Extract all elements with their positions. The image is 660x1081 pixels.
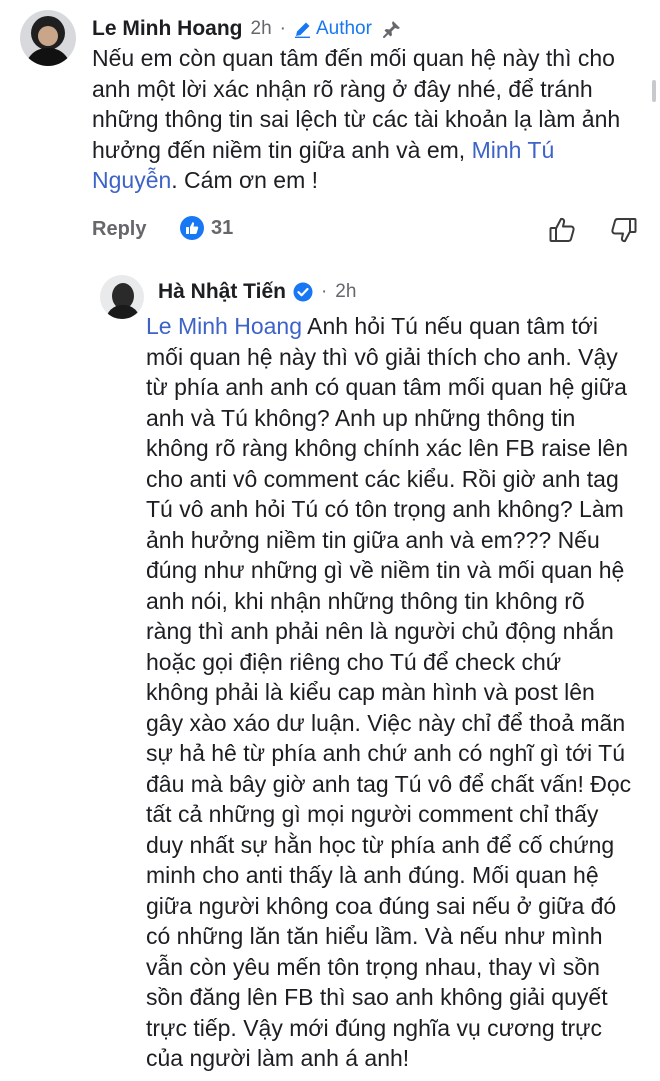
reply-time[interactable]: 2h bbox=[335, 281, 356, 303]
reply-line: mối quan hệ này thì vô giải thích cho an… bbox=[146, 343, 618, 370]
like-count: 31 bbox=[211, 216, 234, 239]
reply-line: đâu mà bây giờ anh tag Tú vô để chất vấn… bbox=[146, 770, 632, 797]
mention-link[interactable]: Minh Tú bbox=[472, 137, 555, 163]
comment-body: Nếu em còn quan tâm đến mối quan hệ này … bbox=[92, 43, 647, 196]
comment-line: Nguyễn. Cám ơn em ! bbox=[92, 165, 647, 196]
avatar-shirt bbox=[106, 305, 140, 319]
comment-line-text: hưởng đến niềm tin giữa anh và em, bbox=[92, 136, 472, 163]
thumbs-up-icon[interactable] bbox=[548, 216, 576, 249]
comment-time[interactable]: 2h bbox=[251, 18, 272, 40]
reply-line: không phải là kiểu cap màn hình và post … bbox=[146, 679, 595, 705]
pin-icon bbox=[382, 19, 402, 39]
reply-line: ảnh hưởng niềm tin giữa anh và em??? Nếu bbox=[146, 526, 600, 553]
reaction-summary[interactable]: 31 bbox=[180, 216, 233, 240]
reply-line: vẫn còn yêu mến tôn trọng nhau, thay vì … bbox=[146, 953, 600, 980]
reply-line: anh và Tú không? Anh up những thông tin bbox=[146, 404, 576, 431]
reply-body: Le Minh Hoang Anh hỏi Tú nếu quan tâm tớ… bbox=[146, 311, 651, 1074]
verified-badge-icon bbox=[293, 282, 313, 302]
reply-line: giữa người không coa đúng sai nếu ở giữa… bbox=[146, 892, 617, 919]
reply-line: duy nhất sự hằn học từ phía anh để cố ch… bbox=[146, 831, 615, 858]
reply-line: tất cả những gì mọi người comment chỉ th… bbox=[146, 801, 599, 827]
reply-header: Hà Nhật Tiến · 2h bbox=[158, 279, 356, 305]
comment-line: Nếu em còn quan tâm đến mối quan hệ này … bbox=[92, 45, 615, 71]
author-badge: Author bbox=[294, 18, 372, 40]
reply-line: không rõ ràng không chính xác lên FB rai… bbox=[146, 435, 629, 461]
reply-line: gây xào xáo dư luận. Việc này chỉ để tho… bbox=[146, 709, 626, 736]
reply-line: cho anti vô comment các kiểu. Rồi giờ an… bbox=[146, 465, 619, 492]
reply-author-name[interactable]: Hà Nhật Tiến bbox=[158, 280, 286, 304]
reply-line: sự hả hê từ phía anh chứ anh có nghĩ gì … bbox=[146, 740, 625, 766]
reply-line: của người làm anh á anh! bbox=[146, 1045, 410, 1071]
comment-line: anh một lời xác nhận rõ ràng ở đây nhé, … bbox=[92, 75, 593, 102]
reply-line: từ phía anh anh có quan tâm mối quan hệ … bbox=[146, 374, 627, 400]
mention-link[interactable]: Le Minh Hoang bbox=[146, 313, 302, 339]
comment-author-name[interactable]: Le Minh Hoang bbox=[92, 17, 243, 41]
reply-line: Le Minh Hoang Anh hỏi Tú nếu quan tâm tớ… bbox=[146, 311, 651, 342]
comment-line-text: . Cám ơn em ! bbox=[171, 167, 319, 193]
comment-actions: Reply 31 bbox=[92, 214, 640, 250]
comment-line: những thông tin sai lệch từ các tài khoả… bbox=[92, 106, 621, 132]
reply-line: đúng như những gì về niềm tin và mối qua… bbox=[146, 557, 625, 583]
comment-line: hưởng đến niềm tin giữa anh và em, Minh … bbox=[92, 135, 647, 166]
thumbs-down-icon[interactable] bbox=[610, 216, 638, 249]
reply-avatar[interactable] bbox=[100, 275, 144, 319]
avatar-shirt bbox=[25, 48, 71, 66]
reply-line: có những lăn tăn hiểu lầm. Và nếu như mì… bbox=[146, 923, 603, 949]
reply-line: minh cho anti thấy là anh đúng. Mối quan… bbox=[146, 862, 599, 888]
meta-separator: · bbox=[279, 18, 286, 39]
reply-button[interactable]: Reply bbox=[92, 218, 146, 241]
scrollbar[interactable] bbox=[652, 80, 656, 102]
avatar-face bbox=[31, 16, 65, 50]
pencil-icon bbox=[294, 22, 310, 38]
meta-separator: · bbox=[320, 281, 328, 302]
reply-line: sồn đăng lên FB thì sao anh không giải q… bbox=[146, 984, 608, 1010]
author-badge-label: Author bbox=[315, 18, 372, 39]
like-reaction-icon bbox=[180, 216, 204, 240]
reply-line: trực tiếp. Vậy mới đúng nghĩa vụ cương t… bbox=[146, 1014, 603, 1041]
commenter-avatar[interactable] bbox=[20, 10, 76, 66]
reply-line: hoặc gọi điện riêng cho Tú để check chứ bbox=[146, 648, 562, 675]
mention-link[interactable]: Nguyễn bbox=[92, 167, 171, 193]
reply-line-text: Anh hỏi Tú nếu quan tâm tới bbox=[302, 313, 598, 339]
reply-line: Tú vô anh hỏi Tú có tôn trọng anh không?… bbox=[146, 496, 624, 522]
reply-line: anh nói, khi nhận những thông tin không … bbox=[146, 587, 585, 614]
reply-line: ràng thì anh phải nên là người chủ động … bbox=[146, 618, 614, 644]
comment-header: Le Minh Hoang 2h · Author bbox=[92, 16, 402, 42]
